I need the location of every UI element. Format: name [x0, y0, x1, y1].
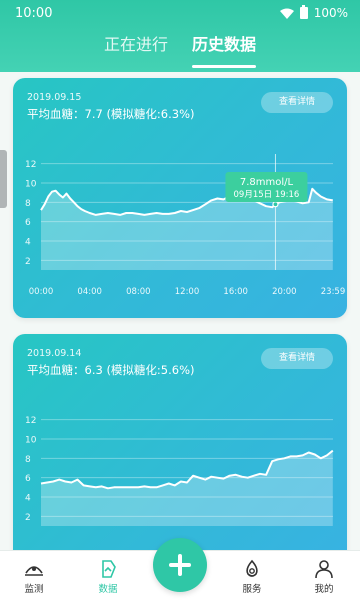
y-tick-label: 2: [25, 513, 31, 523]
nav-label: 服务: [242, 584, 262, 595]
tooltip-value: 7.8mmol/L: [240, 177, 294, 188]
nav-data[interactable]: 数据: [84, 559, 132, 595]
glucose-chart: 2 4 6 8 10 12: [25, 416, 334, 526]
y-tick-label: 4: [25, 238, 31, 248]
y-tick-label: 2: [25, 257, 31, 267]
status-bar: 10:00 100%: [0, 0, 360, 26]
history-card: 2019.09.14 平均血糖：6.3 (模拟糖化:5.6%) 查看详情 246…: [13, 334, 347, 564]
tooltip-time: 09月15日 19:16: [234, 190, 300, 200]
y-tick-label: 12: [25, 160, 36, 170]
profile-icon: [315, 560, 333, 579]
battery-level: 100%: [313, 6, 348, 20]
series-area: [41, 450, 333, 526]
status-time: 10:00: [15, 5, 53, 21]
side-handle[interactable]: [0, 150, 7, 208]
y-tick-label: 6: [25, 474, 31, 484]
service-icon: [246, 559, 258, 577]
x-tick-label: 16:00: [223, 287, 248, 297]
x-tick-label: 00:00: [29, 287, 54, 297]
x-tick-label: 08:00: [126, 287, 151, 297]
nav-monitor[interactable]: 监测: [10, 559, 58, 595]
x-tick-label: 23:59: [321, 287, 346, 297]
glucose-chart: 2 4 6 8 10 12 00:00 04:00 08:00 12:00 16:00 20:00 23…: [25, 154, 346, 297]
add-button[interactable]: [153, 538, 207, 592]
y-tick-label: 10: [25, 436, 37, 446]
tab-bar: 正在进行 历史数据: [0, 34, 360, 68]
tab-history[interactable]: 历史数据: [188, 34, 260, 68]
nav-label: 监测: [24, 584, 44, 595]
x-tick-label: 20:00: [272, 287, 297, 297]
tab-ongoing[interactable]: 正在进行: [100, 34, 172, 68]
y-tick-label: 6: [25, 218, 31, 228]
y-tick-label: 4: [25, 494, 31, 504]
battery-icon: [299, 5, 308, 19]
y-tick-label: 8: [25, 199, 31, 209]
y-tick-label: 8: [25, 455, 31, 465]
history-card: 2019.09.15 平均血糖：7.7 (模拟糖化:6.3%) 查看详情 246…: [13, 78, 347, 318]
nav-service[interactable]: 服务: [228, 559, 276, 595]
x-tick-label: 04:00: [77, 287, 102, 297]
wifi-icon: [279, 8, 294, 19]
nav-profile[interactable]: 我的: [300, 559, 348, 595]
nav-label: 数据: [98, 584, 118, 595]
x-tick-label: 12:00: [175, 287, 200, 297]
monitor-icon: [25, 566, 43, 576]
y-tick-label: 10: [25, 180, 37, 190]
y-tick-label: 12: [25, 416, 36, 426]
nav-label: 我的: [314, 584, 334, 595]
tooltip-point: [272, 201, 279, 208]
data-icon: [102, 560, 116, 578]
